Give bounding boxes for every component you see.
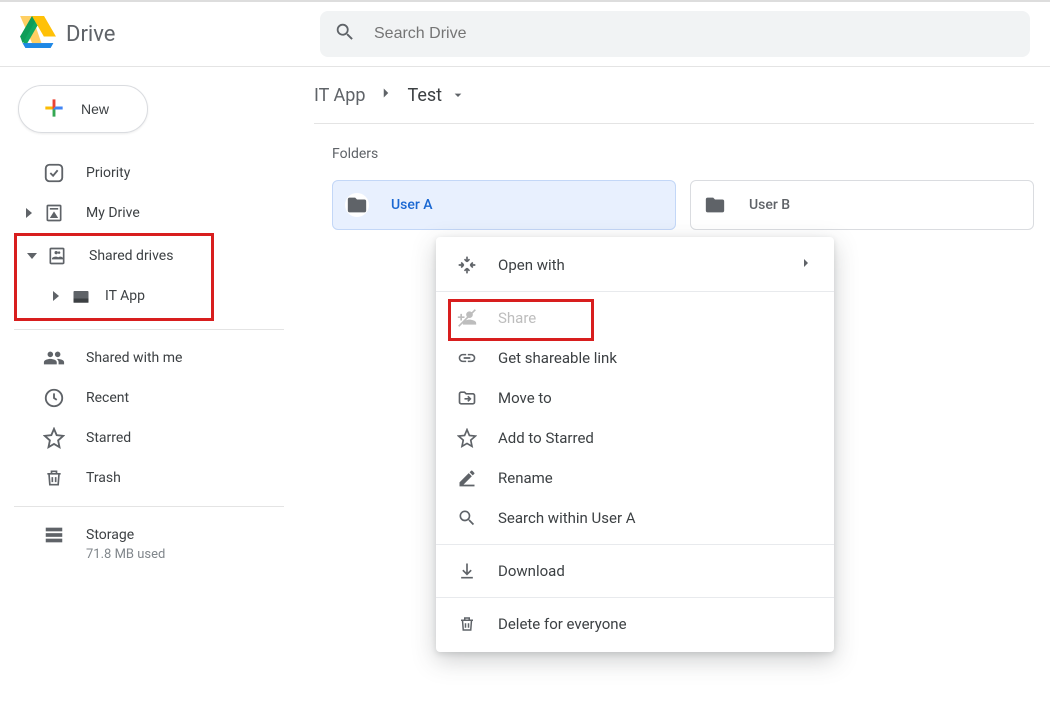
folder-user-a[interactable]: User A bbox=[332, 180, 676, 230]
my-drive-icon bbox=[42, 203, 66, 223]
expand-icon[interactable] bbox=[47, 291, 65, 301]
cm-label: Move to bbox=[498, 389, 552, 407]
trash-icon bbox=[456, 615, 478, 633]
sidebar-item-label: Trash bbox=[86, 470, 121, 486]
sidebar-item-label: My Drive bbox=[86, 205, 140, 221]
folder-icon bbox=[703, 193, 727, 217]
shared-drives-icon bbox=[45, 246, 69, 266]
folder-label: User B bbox=[749, 197, 790, 213]
cm-add-starred[interactable]: Add to Starred bbox=[436, 418, 834, 458]
new-button[interactable]: New bbox=[18, 85, 148, 133]
star-icon bbox=[456, 428, 478, 448]
search-icon bbox=[456, 508, 478, 528]
open-with-icon bbox=[456, 255, 478, 275]
drive-item-icon bbox=[69, 286, 93, 306]
chevron-right-icon bbox=[798, 255, 814, 275]
star-icon bbox=[42, 427, 66, 449]
breadcrumb: IT App Test bbox=[314, 67, 1050, 123]
drive-logo-icon bbox=[20, 16, 56, 52]
logo-area[interactable]: Drive bbox=[20, 16, 280, 52]
header: Drive bbox=[0, 2, 1050, 66]
search-icon bbox=[334, 21, 356, 47]
cm-share: Share bbox=[436, 298, 834, 338]
cm-label: Rename bbox=[498, 469, 553, 487]
breadcrumb-current[interactable]: Test bbox=[407, 85, 466, 106]
rename-icon bbox=[456, 468, 478, 488]
clock-icon bbox=[42, 387, 66, 409]
sidebar-item-shared-drives[interactable]: Shared drives bbox=[17, 236, 211, 276]
storage-used-label: 71.8 MB used bbox=[86, 547, 300, 562]
search-input[interactable] bbox=[374, 25, 1016, 43]
expand-icon[interactable] bbox=[20, 208, 38, 218]
cm-label: Open with bbox=[498, 256, 565, 274]
sidebar-item-label: Shared drives bbox=[89, 248, 173, 264]
cm-get-link[interactable]: Get shareable link bbox=[436, 338, 834, 378]
dropdown-icon bbox=[450, 87, 466, 103]
app-name: Drive bbox=[66, 22, 115, 47]
download-icon bbox=[456, 561, 478, 581]
sidebar-item-label: IT App bbox=[105, 288, 145, 304]
sidebar-item-label: Priority bbox=[86, 165, 130, 181]
cm-download[interactable]: Download bbox=[436, 551, 834, 591]
sidebar: New Priority My Drive bbox=[0, 67, 300, 721]
cm-label: Download bbox=[498, 562, 565, 580]
sidebar-item-label: Storage bbox=[86, 527, 134, 543]
sidebar-item-priority[interactable]: Priority bbox=[14, 153, 300, 193]
folders-section-label: Folders bbox=[332, 146, 1050, 162]
sidebar-item-my-drive[interactable]: My Drive bbox=[14, 193, 300, 233]
folder-icon bbox=[345, 193, 369, 217]
sidebar-item-label: Recent bbox=[86, 390, 129, 406]
people-icon bbox=[42, 347, 66, 369]
new-button-label: New bbox=[81, 101, 109, 117]
sidebar-item-shared-with-me[interactable]: Shared with me bbox=[14, 338, 300, 378]
priority-icon bbox=[42, 162, 66, 184]
cm-search-within[interactable]: Search within User A bbox=[436, 498, 834, 538]
cm-open-with[interactable]: Open with bbox=[436, 245, 834, 285]
sidebar-item-label: Starred bbox=[86, 430, 131, 446]
storage-icon bbox=[42, 524, 66, 546]
cm-move-to[interactable]: Move to bbox=[436, 378, 834, 418]
main-content: IT App Test Folders User A Use bbox=[300, 67, 1050, 721]
folder-label: User A bbox=[391, 197, 433, 213]
breadcrumb-parent[interactable]: IT App bbox=[314, 85, 365, 106]
share-person-icon bbox=[456, 308, 478, 328]
sidebar-item-trash[interactable]: Trash bbox=[14, 458, 300, 498]
link-icon bbox=[456, 348, 478, 368]
plus-icon bbox=[41, 95, 67, 124]
breadcrumb-current-label: Test bbox=[407, 85, 442, 106]
sidebar-item-starred[interactable]: Starred bbox=[14, 418, 300, 458]
sidebar-item-label: Shared with me bbox=[86, 350, 182, 366]
cm-rename[interactable]: Rename bbox=[436, 458, 834, 498]
collapse-icon[interactable] bbox=[23, 251, 41, 261]
context-menu: Open with Share Get shareable link bbox=[436, 237, 834, 652]
cm-delete[interactable]: Delete for everyone bbox=[436, 604, 834, 644]
chevron-right-icon bbox=[377, 84, 395, 107]
cm-label: Share bbox=[498, 309, 536, 327]
folder-user-b[interactable]: User B bbox=[690, 180, 1034, 230]
trash-icon bbox=[42, 468, 66, 488]
cm-label: Search within User A bbox=[498, 509, 636, 527]
sidebar-item-it-app[interactable]: IT App bbox=[17, 276, 211, 316]
cm-label: Add to Starred bbox=[498, 429, 594, 447]
sidebar-item-recent[interactable]: Recent bbox=[14, 378, 300, 418]
move-icon bbox=[456, 388, 478, 408]
search-bar[interactable] bbox=[320, 11, 1030, 57]
cm-label: Delete for everyone bbox=[498, 615, 627, 633]
cm-label: Get shareable link bbox=[498, 349, 617, 367]
